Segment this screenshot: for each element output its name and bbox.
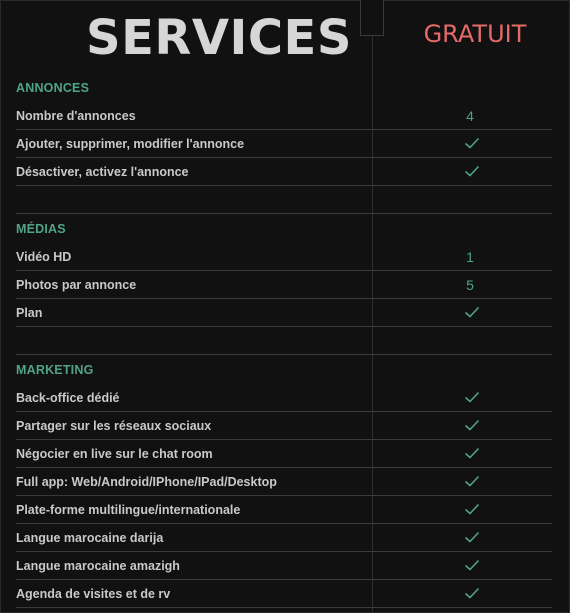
table-row: Partager sur les réseaux sociaux [16, 412, 552, 440]
check-icon [464, 474, 480, 487]
feature-label: Nombre d'annonces [16, 109, 136, 123]
table-row: Full app: Web/Android/IPhone/IPad/Deskto… [16, 468, 552, 496]
section-separator [16, 354, 552, 355]
check-icon [464, 164, 480, 177]
column-notch [360, 0, 384, 36]
table-row: Plan [16, 299, 552, 327]
feature-label: Agenda de visites et de rv [16, 587, 171, 601]
table-row: Vidéo HD 1 [16, 243, 552, 271]
feature-label: Partager sur les réseaux sociaux [16, 419, 212, 433]
feature-label: Full app: Web/Android/IPhone/IPad/Deskto… [16, 475, 277, 489]
section-title: ANNONCES [16, 81, 90, 95]
check-icon [464, 418, 480, 431]
feature-label: Back-office dédié [16, 391, 120, 405]
table-row: Back-office dédié [16, 384, 552, 412]
feature-label: Ajouter, supprimer, modifier l'annonce [16, 137, 245, 151]
table-row: Photos par annonce 5 [16, 271, 552, 299]
table-row: Langue marocaine darija [16, 524, 552, 552]
feature-label: Plan [16, 306, 43, 320]
feature-label: Plate-forme multilingue/internationale [16, 503, 241, 517]
feature-label: Langue marocaine darija [16, 531, 164, 545]
check-icon [464, 530, 480, 543]
feature-value: 4 [466, 108, 474, 124]
table-row: Négocier en live sur le chat room [16, 440, 552, 468]
feature-label: Désactiver, activez l'annonce [16, 165, 189, 179]
table-row: Agenda de visites et de rv [16, 580, 552, 608]
check-icon [464, 502, 480, 515]
table-row: Nombre d'annonces 4 [16, 102, 552, 130]
section-separator [16, 213, 552, 214]
check-icon [464, 446, 480, 459]
page-title: SERVICES [86, 10, 352, 66]
section-title: MÉDIAS [16, 222, 66, 236]
feature-label: Photos par annonce [16, 278, 137, 292]
plan-name-gratuit: GRATUIT [423, 20, 527, 48]
check-icon [464, 558, 480, 571]
table-row: Ajouter, supprimer, modifier l'annonce [16, 130, 552, 158]
check-icon [464, 305, 480, 318]
table-row: Plate-forme multilingue/internationale [16, 496, 552, 524]
check-icon [464, 136, 480, 149]
section-title: MARKETING [16, 363, 94, 377]
check-icon [464, 390, 480, 403]
table-row: Désactiver, activez l'annonce [16, 158, 552, 186]
table-row: Langue marocaine amazigh [16, 552, 552, 580]
feature-value: 1 [466, 249, 474, 265]
feature-label: Vidéo HD [16, 250, 72, 264]
feature-value: 5 [466, 277, 474, 293]
feature-label: Négocier en live sur le chat room [16, 447, 213, 461]
feature-label: Langue marocaine amazigh [16, 559, 180, 573]
check-icon [464, 586, 480, 599]
